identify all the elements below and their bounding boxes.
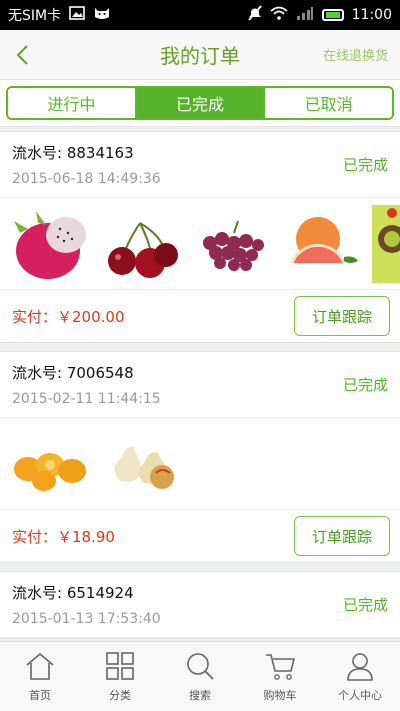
order-serial: 流水号: 7006548 xyxy=(12,364,134,382)
order-status: 已完成 xyxy=(342,596,388,614)
order-tabs: 进行中 已完成 已取消 xyxy=(6,86,394,120)
clock-text: 11:00 xyxy=(351,7,392,23)
return-exchange-link[interactable]: 在线退换货 xyxy=(323,45,400,64)
order-footer: 实付：￥18.90 订单跟踪 xyxy=(0,510,400,562)
tab-completed[interactable]: 已完成 xyxy=(136,88,266,118)
battery-icon xyxy=(321,9,344,21)
track-order-button[interactable]: 订单跟踪 xyxy=(294,516,390,556)
order-status: 已完成 xyxy=(342,156,388,174)
home-icon xyxy=(26,652,54,680)
paid-amount: 实付：￥200.00 xyxy=(12,307,125,326)
nav-search-label: 搜索 xyxy=(189,688,211,702)
order-list: 流水号: 8834163 2015-06-18 14:49:36 已完成 实付：… xyxy=(0,127,400,640)
back-button[interactable] xyxy=(0,30,44,80)
grapes-image xyxy=(190,203,272,285)
order-card[interactable]: 流水号: 6514924 2015-01-13 17:53:40 已完成 xyxy=(0,571,400,639)
tabs-container: 进行中 已完成 已取消 xyxy=(0,80,400,127)
image-icon xyxy=(69,6,85,24)
nav-categories-label: 分类 xyxy=(109,688,131,702)
track-order-button[interactable]: 订单跟踪 xyxy=(294,296,390,336)
order-items[interactable] xyxy=(0,418,400,510)
order-header: 流水号: 6514924 2015-01-13 17:53:40 已完成 xyxy=(0,572,400,638)
pears-image xyxy=(100,423,182,505)
kiwi-box-image xyxy=(370,203,400,285)
mute-icon xyxy=(247,5,262,25)
order-serial: 流水号: 8834163 xyxy=(12,144,134,162)
kumquats-image xyxy=(10,423,92,505)
order-time: 2015-06-18 14:49:36 xyxy=(12,171,161,187)
order-header: 流水号: 8834163 2015-06-18 14:49:36 已完成 xyxy=(0,132,400,198)
dragon-fruit-image xyxy=(10,203,92,285)
signal-icon xyxy=(296,6,314,24)
order-card[interactable]: 流水号: 8834163 2015-06-18 14:49:36 已完成 实付：… xyxy=(0,131,400,343)
order-time: 2015-01-13 17:53:40 xyxy=(12,611,161,627)
nav-cart[interactable]: 购物车 xyxy=(240,642,320,711)
status-bar: 无SIM卡 11:00 xyxy=(0,0,400,30)
grid-icon xyxy=(106,651,134,680)
nav-home[interactable]: 首页 xyxy=(0,642,80,711)
order-card[interactable]: 流水号: 7006548 2015-02-11 11:44:15 已完成 实付：… xyxy=(0,351,400,563)
carrier-text: 无SIM卡 xyxy=(8,8,62,24)
cart-icon xyxy=(266,653,296,680)
nav-cart-label: 购物车 xyxy=(263,688,297,702)
order-header: 流水号: 7006548 2015-02-11 11:44:15 已完成 xyxy=(0,352,400,418)
user-icon xyxy=(347,652,373,681)
order-footer: 实付：￥200.00 订单跟踪 xyxy=(0,290,400,342)
order-time: 2015-02-11 11:44:15 xyxy=(12,391,161,407)
bottom-nav: 首页 分类 搜索 购物车 个人中心 xyxy=(0,641,400,711)
nav-profile-label: 个人中心 xyxy=(338,688,382,702)
search-icon xyxy=(187,652,214,680)
nav-profile[interactable]: 个人中心 xyxy=(320,642,400,711)
tab-in-progress[interactable]: 进行中 xyxy=(8,88,137,118)
grapefruit-image xyxy=(280,203,362,285)
nav-search[interactable]: 搜索 xyxy=(160,642,240,711)
header-bar: 我的订单 在线退换货 xyxy=(0,30,400,80)
tab-cancelled[interactable]: 已取消 xyxy=(265,88,392,118)
cat-icon xyxy=(93,6,111,24)
nav-categories[interactable]: 分类 xyxy=(80,642,160,711)
order-serial: 流水号: 6514924 xyxy=(12,584,134,602)
order-items[interactable] xyxy=(0,198,400,290)
wifi-icon xyxy=(270,6,288,24)
chevron-left-icon xyxy=(16,44,28,65)
paid-amount: 实付：￥18.90 xyxy=(12,527,115,546)
order-status: 已完成 xyxy=(342,376,388,394)
nav-home-label: 首页 xyxy=(29,688,51,702)
cherries-image xyxy=(100,203,182,285)
